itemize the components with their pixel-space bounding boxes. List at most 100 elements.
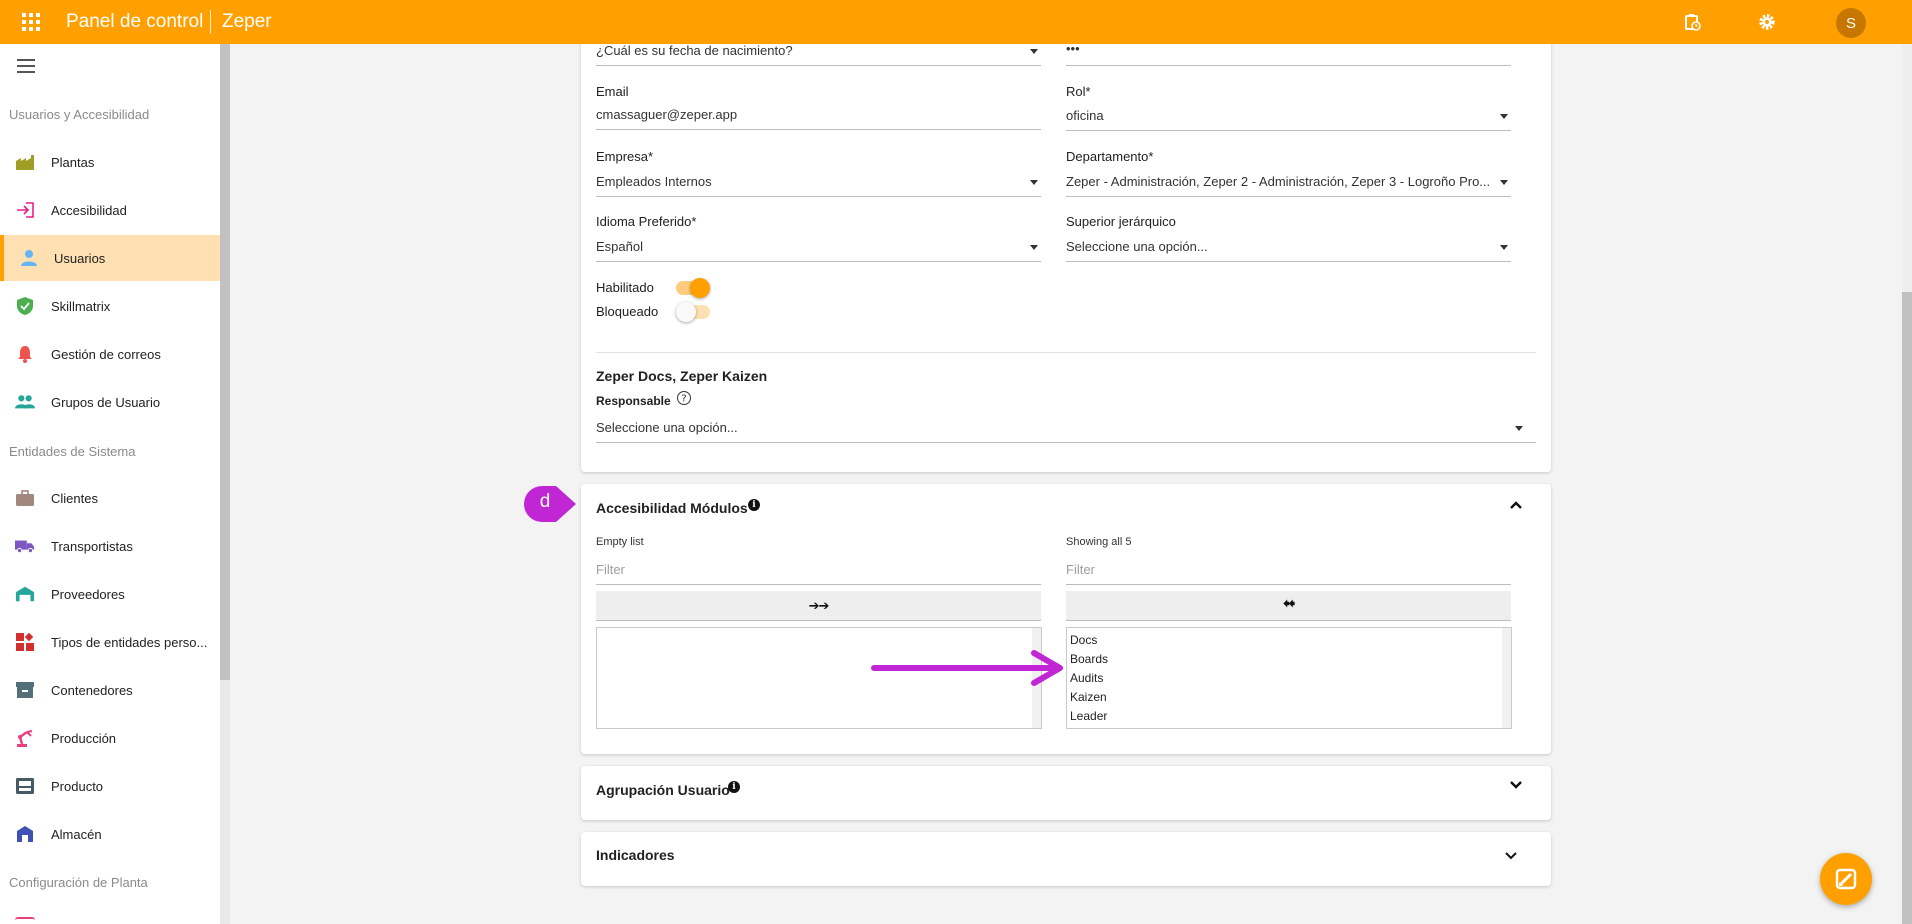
selected-filter-input[interactable]: Filter [1066,562,1095,577]
move-all-right-button[interactable]: ➔➔ [596,591,1041,621]
superior-label: Superior jerárquico [1066,214,1176,229]
truck-icon [15,536,35,556]
chevron-down-icon[interactable] [1030,49,1038,54]
bloqueado-toggle[interactable] [676,302,710,322]
field-underline [596,261,1041,262]
sidebar-item-label: Accesibilidad [51,202,127,218]
field-underline [596,442,1536,443]
field-underline [596,65,1041,66]
chevron-up-icon[interactable] [1509,500,1523,510]
chevron-down-icon[interactable] [1509,780,1523,790]
app-subtitle: Zeper [222,11,272,32]
sidebar-item-accesibilidad[interactable]: Accesibilidad [0,187,220,233]
sidebar-item-label: Tipos de entidades perso... [51,634,208,650]
info-icon[interactable]: i [748,499,760,511]
sidebar-item-tipos-entidades[interactable]: Tipos de entidades perso... [0,619,220,665]
list-option-docs[interactable]: Docs [1070,633,1097,647]
available-list-header: Empty list [596,536,644,548]
chevron-down-icon[interactable] [1500,180,1508,185]
accesibilidad-modulos-card: Accesibilidad Módulos i Empty list Showi… [581,484,1551,754]
sidebar-item-label: Transportistas [51,538,133,554]
sidebar-item-clientes[interactable]: Clientes [0,475,220,521]
sidebar-item-producto[interactable]: Producto [0,763,220,809]
store-icon [15,824,35,844]
list-option-boards[interactable]: Boards [1070,652,1108,666]
departamento-label: Departamento* [1066,149,1154,164]
list-scrollbar[interactable] [1502,628,1511,728]
sidebar-item-label: Almacén [51,826,102,842]
sidebar-section-title: Configuración de Planta [9,875,148,890]
sidebar-item-label: Skillmatrix [51,298,111,314]
menu-icon[interactable] [17,59,35,73]
sidebar-item-usuarios[interactable]: Usuarios [0,235,220,281]
login-icon [15,200,35,220]
email-label: Email [596,84,629,99]
sidebar-item-contenedores[interactable]: Contenedores [0,667,220,713]
list-option-kaizen[interactable]: Kaizen [1070,690,1107,704]
toggle-knob [676,302,696,322]
field-underline [596,196,1041,197]
clipboard-clock-icon[interactable] [1682,12,1702,32]
chevron-down-icon[interactable] [1500,114,1508,119]
sidebar-item-grupos-usuario[interactable]: Grupos de Usuario [0,379,220,425]
selected-list[interactable]: Docs Boards Audits Kaizen Leader [1066,627,1512,729]
responsable-select[interactable]: Seleccione una opción... [596,420,1496,435]
indicadores-title[interactable]: Indicadores [596,847,675,863]
email-field[interactable]: cmassaguer@zeper.app [596,107,1036,122]
sidebar-section-title: Entidades de Sistema [9,444,136,459]
departamento-select[interactable]: Zeper - Administración, Zeper 2 - Admini… [1066,174,1491,189]
chevron-down-icon[interactable] [1500,245,1508,250]
gear-icon[interactable] [1757,12,1777,32]
sidebar-item-produccion[interactable]: Producción [0,715,220,761]
rol-label: Rol* [1066,84,1091,99]
field-underline [1066,584,1511,585]
superior-select[interactable]: Seleccione una opción... [1066,239,1486,254]
people-icon [15,392,35,412]
sidebar-item-gestion-correos[interactable]: Gestión de correos [0,331,220,377]
idioma-select[interactable]: Español [596,239,1016,254]
top-bar: Panel de control Zeper S [0,0,1912,44]
agrupacion-title[interactable]: Agrupación Usuario [596,782,730,798]
sidebar-item-almacen[interactable]: Almacén [0,811,220,857]
chevron-down-icon[interactable] [1504,851,1518,861]
help-icon[interactable]: ? [676,390,692,406]
empresa-select[interactable]: Empleados Internos [596,174,1016,189]
sidebar-item-label: Producción [51,730,117,746]
floating-action-button[interactable] [1820,853,1872,905]
sidebar-item-plantas[interactable]: Plantas [0,139,220,185]
sidebar-scrollbar-thumb[interactable] [220,44,230,680]
chevron-down-icon[interactable] [1030,180,1038,185]
svg-text:?: ? [681,394,686,405]
page-scrollbar-thumb[interactable] [1902,292,1912,924]
section-divider [596,352,1536,353]
sidebar-item-proveedores[interactable]: Proveedores [0,571,220,617]
agrupacion-usuario-card[interactable]: Agrupación Usuario i [581,766,1551,820]
sidebar-item-transportistas[interactable]: Transportistas [0,523,220,569]
habilitado-toggle[interactable] [676,278,710,298]
user-avatar[interactable]: S [1836,8,1866,38]
sidebar-item-label: Plantas [51,154,95,170]
info-icon[interactable]: i [728,781,740,793]
toggle-knob [690,278,710,298]
list-option-audits[interactable]: Audits [1070,671,1103,685]
sidebar-item-label: Proveedores [51,586,125,602]
move-all-left-button[interactable]: 🠸🠸 [1066,591,1511,621]
widgets-icon [15,632,35,652]
rol-select[interactable]: oficina [1066,108,1486,123]
accesibilidad-title[interactable]: Accesibilidad Módulos [596,500,748,516]
field-underline [1066,196,1511,197]
sidebar-item-skillmatrix[interactable]: Skillmatrix [0,283,220,329]
birthdate-field[interactable]: ¿Cuál es su fecha de nacimiento? [596,43,1026,58]
list-option-leader[interactable]: Leader [1070,709,1107,723]
inbox-icon [15,776,35,796]
apps-grid-icon[interactable] [22,13,40,31]
indicadores-card[interactable]: Indicadores [581,832,1551,886]
step-badge-label: d [539,491,551,512]
bell-icon [15,344,35,364]
available-filter-input[interactable]: Filter [596,562,625,577]
sidebar-item-label: Producto [51,778,104,794]
empresa-label: Empresa* [596,149,654,164]
chevron-down-icon[interactable] [1030,245,1038,250]
factory-icon [15,152,35,172]
chevron-down-icon[interactable] [1515,426,1523,431]
